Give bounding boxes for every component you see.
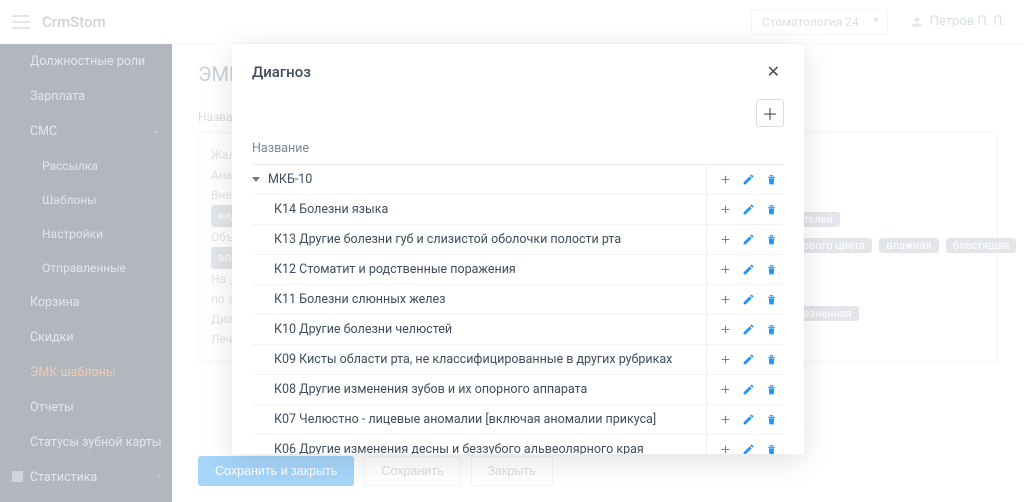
- tree-row-label: К10 Другие болезни челюстей: [274, 322, 452, 337]
- diagnosis-modal: Диагноз ✕ ＋ Название МКБ-10 К14 Болезни я…: [232, 44, 804, 454]
- row-delete-icon[interactable]: [765, 263, 778, 276]
- tree-row[interactable]: К09 Кисты области рта, не классифицирова…: [252, 345, 784, 375]
- row-delete-icon[interactable]: [765, 413, 778, 426]
- row-add-icon[interactable]: [719, 383, 732, 396]
- row-edit-icon[interactable]: [742, 353, 755, 366]
- modal-body: Название МКБ-10 К14 Болезни языка К13 Друг…: [232, 133, 804, 454]
- tree-row[interactable]: К12 Стоматит и родственные поражения: [252, 255, 784, 285]
- tree-row[interactable]: К10 Другие болезни челюстей: [252, 315, 784, 345]
- row-add-icon[interactable]: [719, 263, 732, 276]
- row-delete-icon[interactable]: [765, 323, 778, 336]
- tree-row[interactable]: К06 Другие изменения десны и беззубого а…: [252, 435, 784, 454]
- tree-row-label: К11 Болезни слюнных желез: [274, 292, 446, 307]
- row-edit-icon[interactable]: [742, 413, 755, 426]
- tree-row-label: К07 Челюстно - лицевые аномалии [включая…: [274, 412, 656, 427]
- row-add-icon[interactable]: [719, 443, 732, 454]
- tree-row-label: К13 Другие болезни губ и слизистой оболо…: [274, 232, 621, 247]
- row-edit-icon[interactable]: [742, 443, 755, 454]
- row-edit-icon[interactable]: [742, 323, 755, 336]
- expand-icon[interactable]: [252, 177, 260, 182]
- row-add-icon[interactable]: [719, 203, 732, 216]
- row-delete-icon[interactable]: [765, 353, 778, 366]
- tree-row-label: К14 Болезни языка: [274, 202, 388, 217]
- row-add-icon[interactable]: [719, 293, 732, 306]
- row-delete-icon[interactable]: [765, 383, 778, 396]
- modal-title: Диагноз: [252, 63, 763, 81]
- tree-row[interactable]: К14 Болезни языка: [252, 195, 784, 225]
- tree-row-label: К06 Другие изменения десны и беззубого а…: [274, 442, 644, 454]
- plus-icon: ＋: [762, 101, 778, 125]
- row-edit-icon[interactable]: [742, 203, 755, 216]
- row-add-icon[interactable]: [719, 353, 732, 366]
- row-delete-icon[interactable]: [765, 233, 778, 246]
- row-add-icon[interactable]: [719, 233, 732, 246]
- row-delete-icon[interactable]: [765, 443, 778, 454]
- column-header-name: Название: [252, 133, 784, 165]
- add-button[interactable]: ＋: [756, 99, 784, 127]
- row-edit-icon[interactable]: [742, 383, 755, 396]
- row-edit-icon[interactable]: [742, 233, 755, 246]
- row-edit-icon[interactable]: [742, 293, 755, 306]
- row-delete-icon[interactable]: [765, 173, 778, 186]
- tree-row[interactable]: К11 Болезни слюнных желез: [252, 285, 784, 315]
- row-edit-icon[interactable]: [742, 173, 755, 186]
- row-delete-icon[interactable]: [765, 293, 778, 306]
- tree-root-row[interactable]: МКБ-10: [252, 165, 784, 195]
- tree-row-label: К12 Стоматит и родственные поражения: [274, 262, 516, 277]
- tree-root-label: МКБ-10: [268, 172, 312, 187]
- row-add-icon[interactable]: [719, 323, 732, 336]
- row-edit-icon[interactable]: [742, 263, 755, 276]
- row-delete-icon[interactable]: [765, 203, 778, 216]
- row-add-icon[interactable]: [719, 413, 732, 426]
- tree-row[interactable]: К08 Другие изменения зубов и их опорного…: [252, 375, 784, 405]
- row-add-icon[interactable]: [719, 173, 732, 186]
- close-icon[interactable]: ✕: [763, 60, 784, 83]
- tree-row-label: К09 Кисты области рта, не классифицирова…: [274, 352, 672, 367]
- tree-row[interactable]: К07 Челюстно - лицевые аномалии [включая…: [252, 405, 784, 435]
- tree-row[interactable]: К13 Другие болезни губ и слизистой оболо…: [252, 225, 784, 255]
- tree-row-label: К08 Другие изменения зубов и их опорного…: [274, 382, 587, 397]
